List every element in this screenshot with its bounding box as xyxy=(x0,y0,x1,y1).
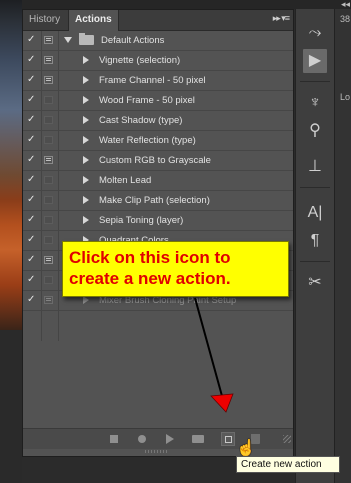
action-row[interactable]: ✓ Water Reflection (type) xyxy=(23,131,293,151)
panel-menu-icon[interactable]: ▸▸ ▾≡ xyxy=(273,13,290,24)
check-icon[interactable]: ✓ xyxy=(27,135,37,145)
instruction-callout: Click on this icon to create a new actio… xyxy=(62,241,289,297)
right-dock-label: Lo xyxy=(340,92,351,102)
action-set-row[interactable]: ✓ Default Actions xyxy=(23,31,293,51)
divider xyxy=(300,261,330,262)
new-set-icon[interactable] xyxy=(192,435,204,443)
check-icon[interactable]: ✓ xyxy=(27,75,37,85)
hand-cursor-icon: ☝ xyxy=(236,440,256,457)
action-row[interactable]: ✓ Wood Frame - 50 pixel xyxy=(23,91,293,111)
dialog-toggle-icon[interactable] xyxy=(44,236,53,244)
dialog-toggle-icon[interactable] xyxy=(44,196,53,204)
folder-icon xyxy=(79,33,94,45)
clone-source-icon[interactable]: ⊥ xyxy=(303,155,327,179)
callout-line-2: create a new action. xyxy=(69,269,231,288)
tab-actions[interactable]: Actions xyxy=(69,10,119,31)
callout-line-1: Click on this icon to xyxy=(69,248,231,267)
check-icon[interactable]: ✓ xyxy=(27,255,37,265)
expand-triangle-icon[interactable] xyxy=(83,96,89,104)
check-icon[interactable]: ✓ xyxy=(27,35,37,45)
tool-presets-icon[interactable]: ✂ xyxy=(303,271,327,295)
dialog-toggle-icon[interactable] xyxy=(44,36,53,44)
check-icon[interactable]: ✓ xyxy=(27,95,37,105)
action-row[interactable]: ✓ Frame Channel - 50 pixel xyxy=(23,71,293,91)
dialog-toggle-icon[interactable] xyxy=(44,276,53,284)
tab-history[interactable]: History xyxy=(23,10,69,30)
actions-play-icon[interactable]: ▶ xyxy=(303,49,327,73)
action-label: Vignette (selection) xyxy=(99,55,181,66)
action-row[interactable]: ✓ Vignette (selection) xyxy=(23,51,293,71)
resize-grip-icon[interactable] xyxy=(283,435,291,443)
expand-triangle-icon[interactable] xyxy=(64,37,72,43)
check-icon[interactable]: ✓ xyxy=(27,195,37,205)
action-row[interactable]: ✓ Cast Shadow (type) xyxy=(23,111,293,131)
check-icon[interactable]: ✓ xyxy=(27,115,37,125)
action-label: Water Reflection (type) xyxy=(99,135,196,146)
check-icon[interactable]: ✓ xyxy=(27,175,37,185)
divider xyxy=(300,187,330,188)
action-row[interactable]: ✓ Custom RGB to Grayscale xyxy=(23,151,293,171)
action-label: Make Clip Path (selection) xyxy=(99,195,210,206)
right-dock xyxy=(334,9,351,483)
play-icon[interactable] xyxy=(166,434,174,444)
record-icon[interactable] xyxy=(138,435,146,443)
action-row[interactable]: ✓ Sepia Toning (layer) xyxy=(23,211,293,231)
brush-presets-icon[interactable]: ♆ xyxy=(303,91,327,115)
expand-triangle-icon[interactable] xyxy=(83,136,89,144)
expand-triangle-icon[interactable] xyxy=(83,296,89,304)
brush-settings-icon[interactable]: ⚲ xyxy=(303,119,327,143)
check-icon[interactable]: ✓ xyxy=(27,235,37,245)
dialog-toggle-icon[interactable] xyxy=(44,176,53,184)
action-label: Wood Frame - 50 pixel xyxy=(99,95,195,106)
action-row[interactable]: ✓ Make Clip Path (selection) xyxy=(23,191,293,211)
action-label: Cast Shadow (type) xyxy=(99,115,183,126)
canvas-dark-area xyxy=(0,330,22,483)
action-label: Sepia Toning (layer) xyxy=(99,215,184,226)
right-dock-label: 38 xyxy=(340,14,351,24)
expand-triangle-icon[interactable] xyxy=(83,56,89,64)
tool-column: ⤳ ▶ ♆ ⚲ ⊥ A| ¶ ✂ xyxy=(295,9,335,483)
check-icon[interactable]: ✓ xyxy=(27,155,37,165)
dialog-toggle-icon[interactable] xyxy=(44,256,53,264)
action-label: Custom RGB to Grayscale xyxy=(99,155,211,166)
actions-panel: History Actions ▸▸ ▾≡ ✓ Default Actions … xyxy=(22,9,294,457)
new-action-icon[interactable] xyxy=(221,432,235,446)
panel-resize-handle[interactable] xyxy=(145,450,169,453)
action-row[interactable]: ✓ Molten Lead xyxy=(23,171,293,191)
check-icon[interactable]: ✓ xyxy=(27,295,37,305)
dialog-toggle-icon[interactable] xyxy=(44,296,53,304)
expand-triangle-icon[interactable] xyxy=(83,156,89,164)
check-icon[interactable]: ✓ xyxy=(27,275,37,285)
dialog-toggle-icon[interactable] xyxy=(44,156,53,164)
action-label: Molten Lead xyxy=(99,175,152,186)
check-icon[interactable]: ✓ xyxy=(27,55,37,65)
top-strip: ◂◂ xyxy=(22,0,351,9)
expand-triangle-icon[interactable] xyxy=(83,216,89,224)
check-icon[interactable]: ✓ xyxy=(27,215,37,225)
dialog-toggle-icon[interactable] xyxy=(44,136,53,144)
tooltip-create-new-action: Create new action xyxy=(236,456,340,473)
dialog-toggle-icon[interactable] xyxy=(44,216,53,224)
divider xyxy=(300,81,330,82)
action-set-label: Default Actions xyxy=(101,35,165,46)
dialog-toggle-icon[interactable] xyxy=(44,116,53,124)
expand-triangle-icon[interactable] xyxy=(83,116,89,124)
paragraph-icon[interactable]: ¶ xyxy=(303,229,327,253)
action-label: Frame Channel - 50 pixel xyxy=(99,75,206,86)
dialog-toggle-icon[interactable] xyxy=(44,76,53,84)
dialog-toggle-icon[interactable] xyxy=(44,56,53,64)
character-icon[interactable]: A| xyxy=(303,201,327,225)
expand-triangle-icon[interactable] xyxy=(83,176,89,184)
panel-tab-bar: History Actions ▸▸ ▾≡ xyxy=(23,10,293,31)
history-brush-icon[interactable]: ⤳ xyxy=(303,21,327,45)
dialog-toggle-icon[interactable] xyxy=(44,96,53,104)
expand-triangle-icon[interactable] xyxy=(83,76,89,84)
expand-triangle-icon[interactable] xyxy=(83,196,89,204)
stop-icon[interactable] xyxy=(110,435,118,443)
